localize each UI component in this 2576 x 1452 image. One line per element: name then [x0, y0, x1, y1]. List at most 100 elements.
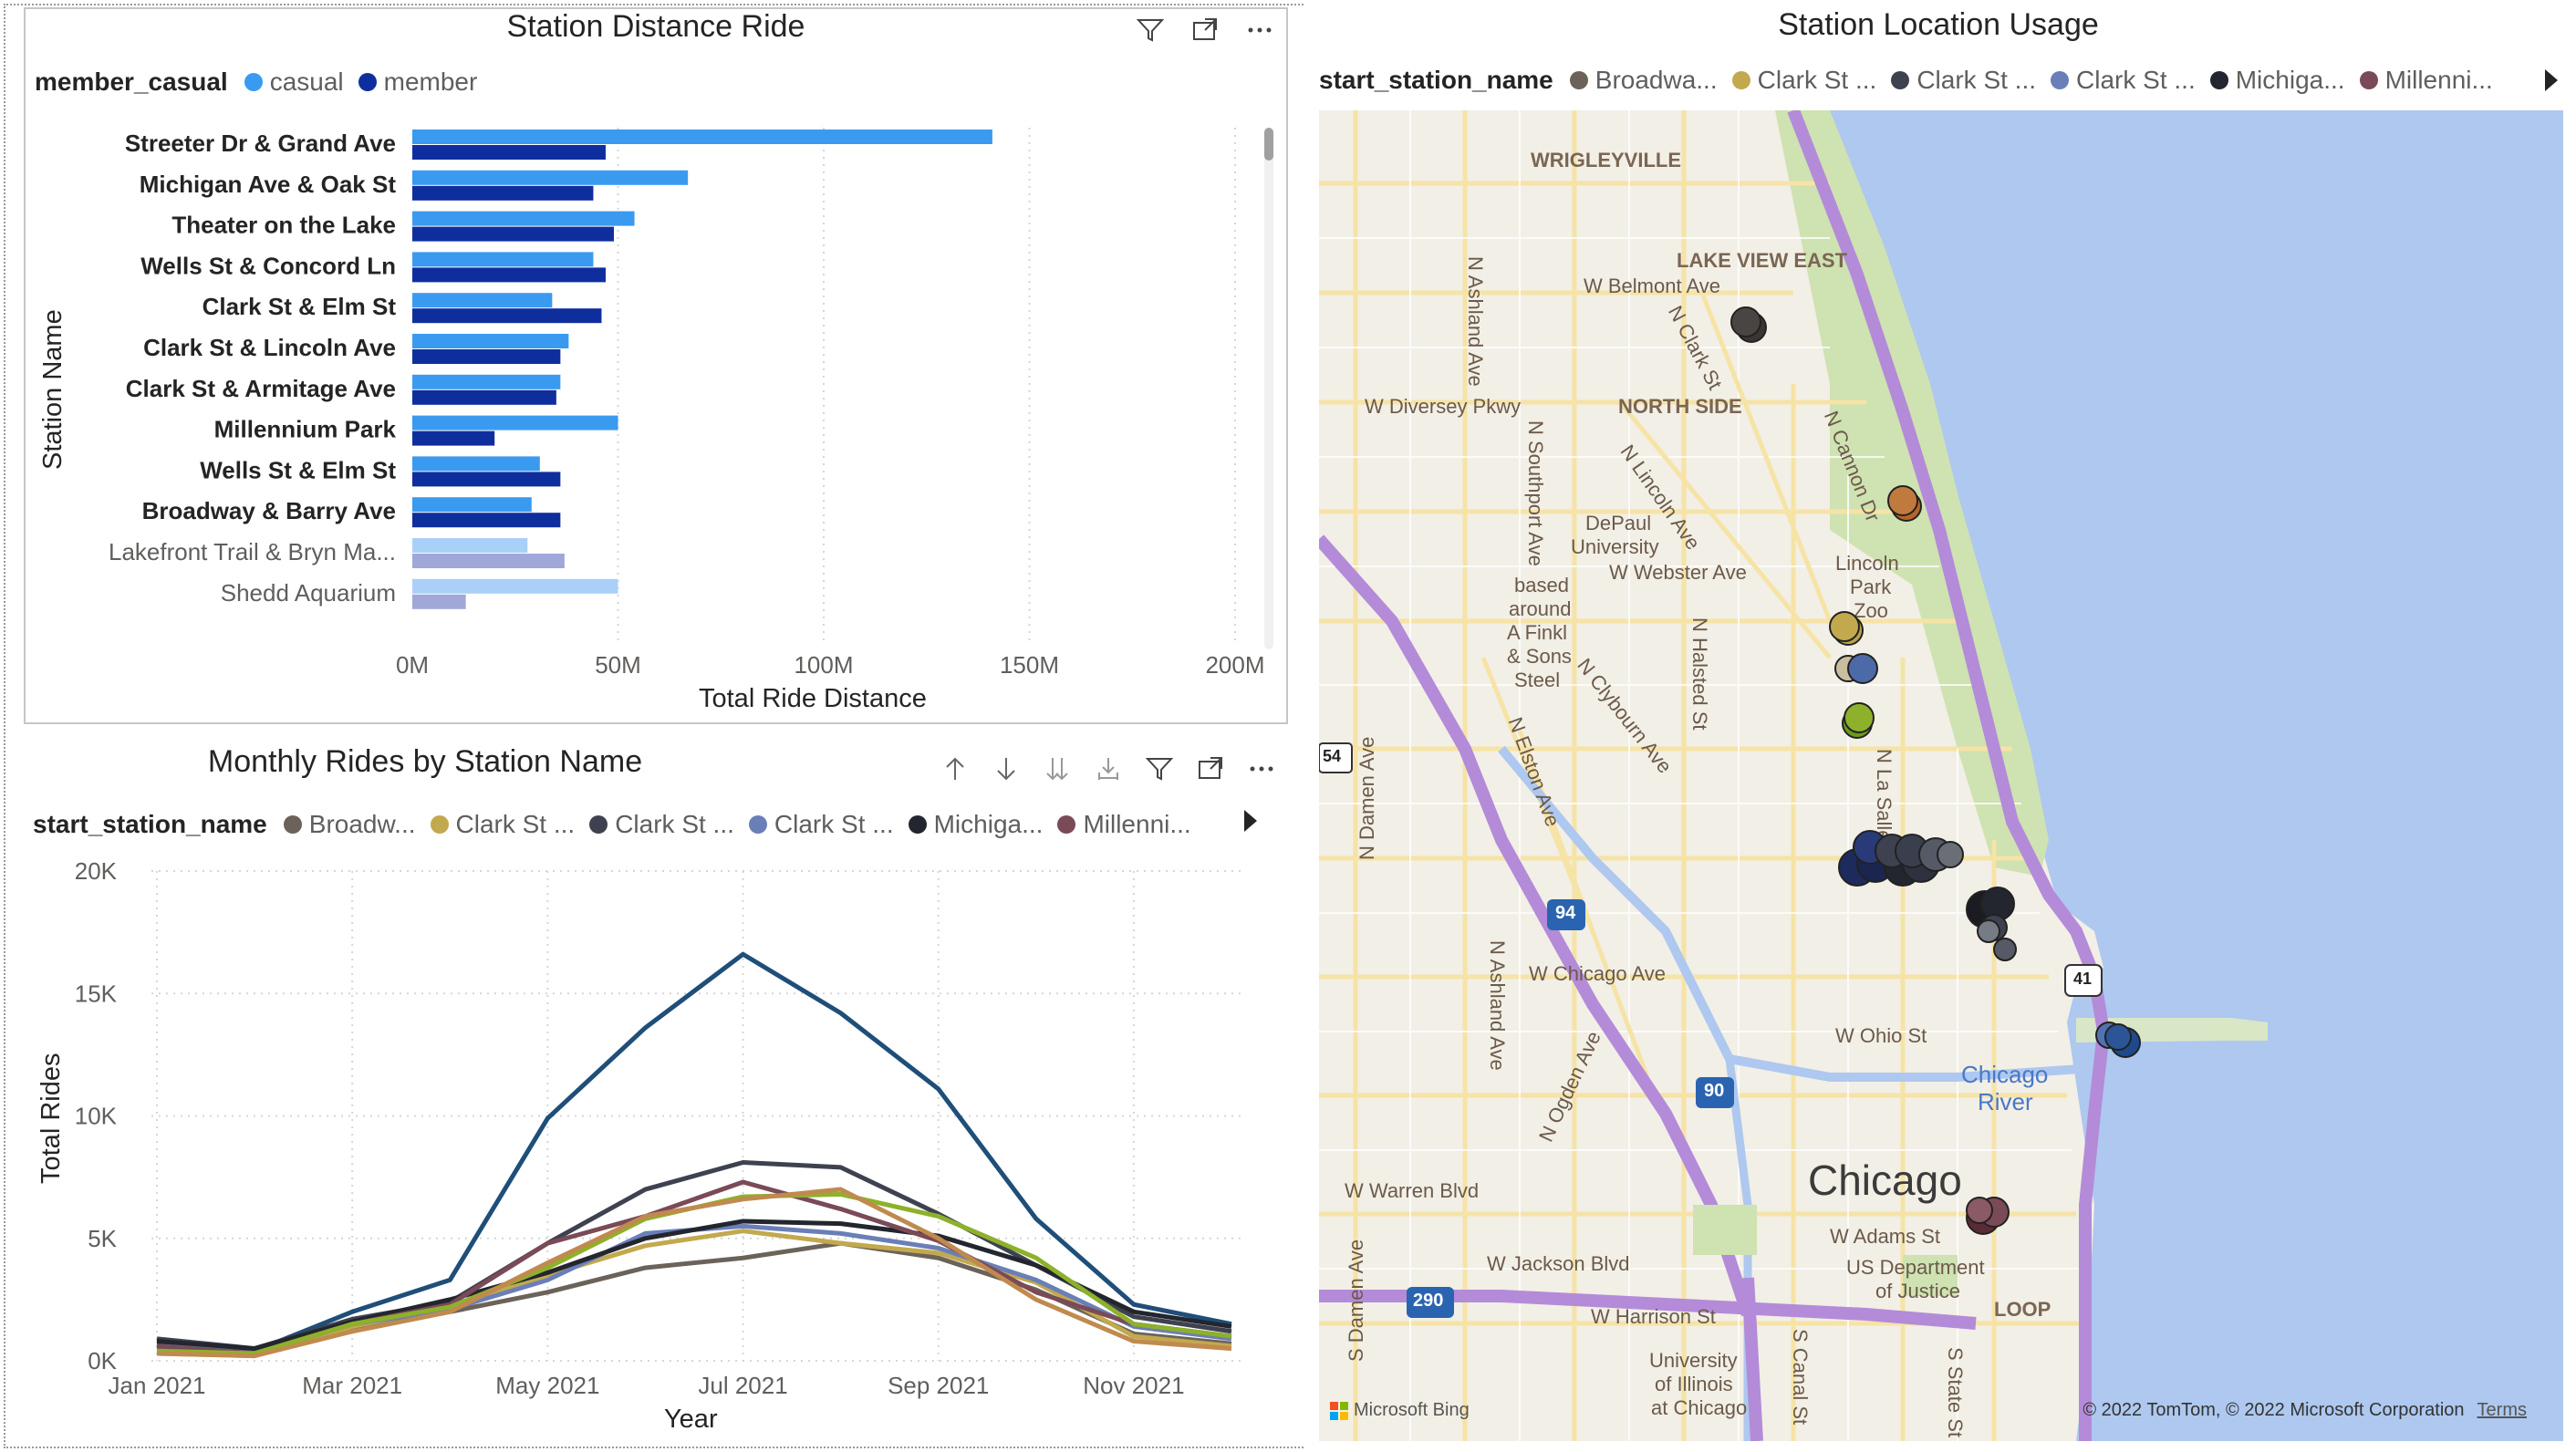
x-tick-label: Mar 2021: [302, 1372, 402, 1399]
bar-casual: [412, 252, 594, 267]
x-tick-label: Nov 2021: [1083, 1372, 1184, 1399]
x-tick-label: 100M: [794, 651, 853, 679]
y-tick-label: 5K: [88, 1225, 117, 1252]
microsoft-logo-icon: [1330, 1401, 1348, 1420]
bar-member: [412, 308, 602, 324]
bar-casual: [412, 538, 528, 553]
x-tick-label: 50M: [595, 651, 641, 679]
x-tick-label: 150M: [1000, 651, 1059, 679]
bar-casual: [412, 578, 618, 594]
station-bubble: [1977, 919, 2000, 943]
bar-member: [412, 145, 606, 160]
legend-label: Michiga...: [2235, 66, 2345, 94]
bing-logo: Microsoft Bing: [1330, 1400, 1470, 1421]
legend-item[interactable]: Clark St ...: [1731, 66, 1877, 95]
category-label: Wells St & Concord Ln: [140, 252, 396, 279]
line-chart-plot: 0K 5K 10K 15K 20K Jan 2021 Mar 2021 May 2021 Jul…: [75, 857, 1241, 1399]
legend-label: Millenni...: [2384, 66, 2493, 94]
legend-dot: [1569, 71, 1588, 89]
bar-member: [412, 267, 606, 283]
station-bubble: [1966, 1197, 1993, 1224]
station-distance-visual[interactable]: Station Distance Ride member_casual casu…: [24, 7, 1288, 724]
legend-label: Clark St ...: [1916, 66, 2037, 94]
bar-member: [412, 554, 565, 568]
legend-dot: [2051, 71, 2070, 89]
legend-item[interactable]: Michiga...: [2209, 66, 2345, 95]
vertical-scrollbar[interactable]: [1264, 128, 1273, 649]
bar-casual: [412, 497, 532, 513]
legend-item[interactable]: Clark St ...: [1891, 66, 2036, 95]
bar-member: [412, 349, 561, 364]
series-line: [156, 951, 1232, 1353]
station-bubbles: [1730, 306, 2141, 1235]
bar-member: [412, 472, 561, 487]
y-tick-label: 15K: [75, 980, 118, 1007]
station-bubble: [1847, 653, 1878, 684]
y-tick-label: 0K: [88, 1347, 117, 1374]
bar-chart-plot: 0M 50M 100M 150M 200M Streeter Dr & Grand Ave…: [109, 128, 1265, 679]
legend-label: Clark St ...: [2076, 66, 2196, 94]
legend-item[interactable]: Clark St ...: [2051, 66, 2196, 95]
legend-dot: [1731, 71, 1750, 89]
category-label: Clark St & Lincoln Ave: [143, 334, 396, 361]
bar-casual: [412, 374, 561, 389]
station-bubble: [1844, 702, 1875, 733]
y-tick-label: 20K: [75, 857, 118, 885]
station-bubble: [1887, 485, 1918, 516]
category-label: Theater on the Lake: [171, 212, 396, 239]
category-label: Lakefront Trail & Bryn Ma...: [109, 538, 396, 565]
x-tick-label: Jul 2021: [698, 1372, 787, 1399]
legend-title: start_station_name: [1319, 66, 1553, 94]
bar-casual: [412, 415, 618, 430]
y-tick-label: 10K: [75, 1103, 118, 1130]
legend-label: Clark St ...: [1757, 66, 1877, 94]
bing-text: Microsoft Bing: [1354, 1400, 1470, 1420]
copyright-text: © 2022 TomTom, © 2022 Microsoft Corporat…: [2083, 1400, 2465, 1420]
x-tick-label: Jan 2021: [109, 1372, 206, 1399]
station-bubble: [1993, 938, 2017, 961]
terms-link[interactable]: Terms: [2477, 1400, 2527, 1420]
visual-title: Station Location Usage: [1778, 7, 2099, 42]
legend-next-arrow[interactable]: [2545, 69, 2558, 91]
x-tick-label: 0M: [396, 651, 429, 679]
bar-member: [412, 430, 495, 446]
x-tick-label: Sep 2021: [888, 1372, 989, 1399]
bar-casual: [412, 334, 569, 348]
legend-label: Broadwa...: [1594, 66, 1718, 94]
bar-member: [412, 594, 466, 609]
bar-casual: [412, 456, 540, 472]
x-tick-label: May 2021: [495, 1372, 599, 1399]
bar-member: [412, 185, 594, 201]
station-bubble: [1730, 306, 1761, 337]
bar-member: [412, 513, 561, 528]
category-label: Clark St & Elm St: [203, 293, 397, 320]
bar-member: [412, 226, 614, 242]
bar-casual: [412, 130, 992, 144]
category-label: Shedd Aquarium: [221, 579, 396, 607]
map-canvas[interactable]: WRIGLEYVILLE LAKE VIEW EAST W Belmont Av…: [1319, 110, 2563, 1441]
series-line: [156, 1160, 1232, 1352]
legend-dot: [2209, 71, 2228, 89]
category-label: Clark St & Armitage Ave: [126, 375, 396, 402]
station-bubble: [1937, 841, 1964, 868]
map-legend: start_station_name Broadwa... Clark St ..…: [1319, 66, 2508, 95]
bar-casual: [412, 170, 689, 185]
legend-dot: [2359, 71, 2378, 89]
bar-casual: [412, 211, 635, 226]
category-label: Streeter Dr & Grand Ave: [125, 130, 396, 157]
station-bubble: [1829, 611, 1860, 642]
station-bubble: [2104, 1023, 2132, 1051]
category-label: Wells St & Elm St: [200, 456, 396, 483]
scrollbar-thumb[interactable]: [1264, 128, 1273, 161]
bar-casual: [412, 293, 553, 308]
category-label: Broadway & Barry Ave: [142, 497, 396, 524]
monthly-rides-visual[interactable]: Monthly Rides by Station Name start_stat…: [24, 744, 1288, 1443]
category-label: Millennium Park: [214, 416, 397, 443]
x-tick-label: 200M: [1205, 651, 1264, 679]
bar-member: [412, 389, 556, 405]
map-copyright: © 2022 TomTom, © 2022 Microsoft Corporat…: [2083, 1400, 2527, 1421]
legend-dot: [1891, 71, 1910, 89]
legend-item[interactable]: Broadwa...: [1569, 66, 1718, 95]
legend-item[interactable]: Millenni...: [2359, 66, 2493, 95]
category-label: Michigan Ave & Oak St: [140, 171, 397, 198]
